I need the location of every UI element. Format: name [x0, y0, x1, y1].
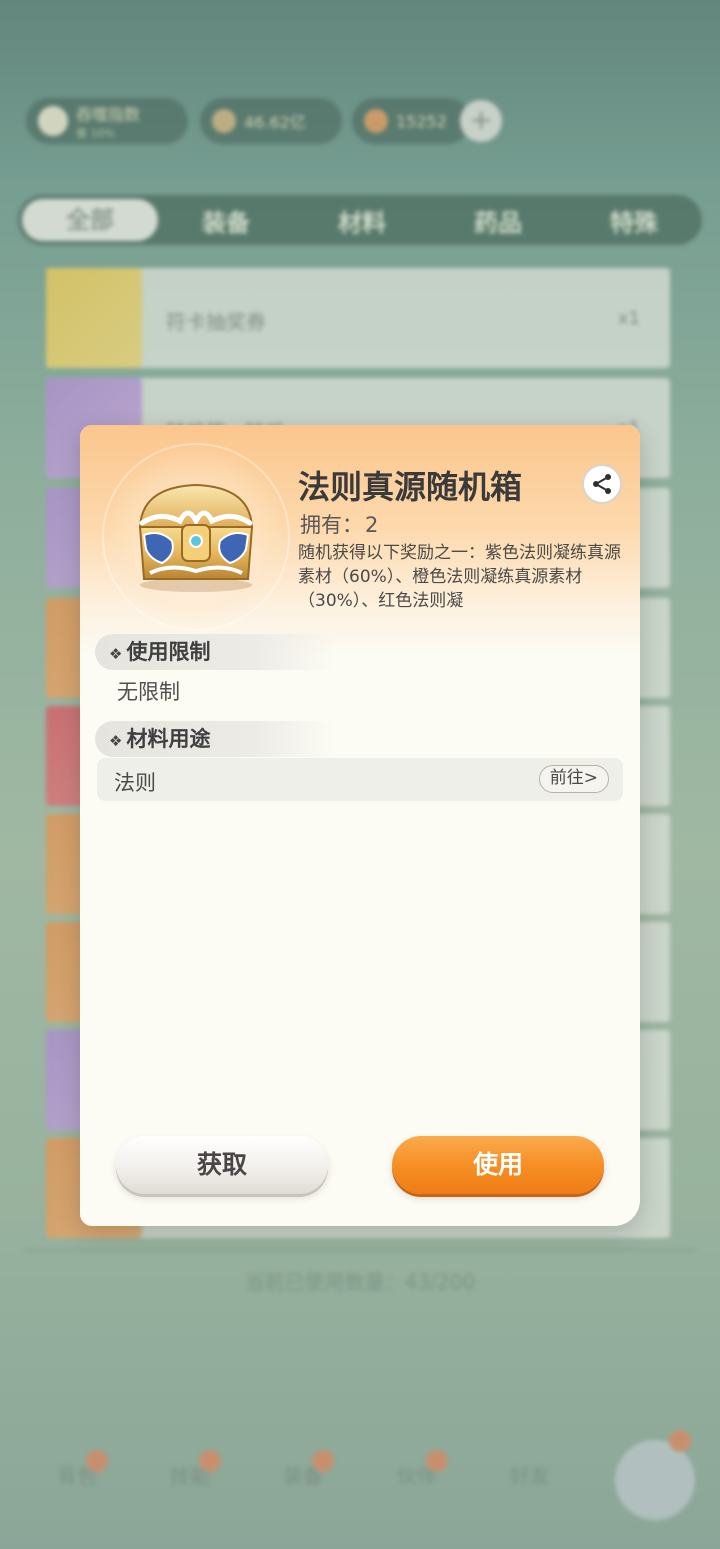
section-title: 材料用途: [126, 727, 211, 751]
treasure-chest-icon: [130, 475, 262, 595]
section-header-restriction: ❖ 使用限制: [95, 634, 335, 670]
item-detail-dialog: 法则真源随机箱 拥有：2 随机获得以下奖励之一：紫色法则凝练真源素材（60%）、…: [80, 425, 640, 1226]
section-header-usage: ❖ 材料用途: [95, 721, 335, 757]
share-icon: [593, 474, 611, 494]
restriction-value: 无限制: [117, 680, 180, 704]
diamond-bullet-icon: ❖: [109, 732, 123, 750]
goto-button[interactable]: 前往>: [538, 765, 609, 793]
get-button[interactable]: 获取: [116, 1136, 328, 1194]
share-button[interactable]: [582, 464, 622, 504]
owned-count: 拥有：2: [298, 509, 378, 539]
item-title: 法则真源随机箱: [298, 468, 523, 506]
usage-row: 法则 前往>: [97, 758, 623, 801]
section-title: 使用限制: [126, 640, 211, 664]
use-button[interactable]: 使用: [392, 1136, 604, 1194]
owned-value: 2: [365, 513, 379, 537]
usage-label: 法则: [114, 771, 156, 795]
item-description: 随机获得以下奖励之一：紫色法则凝练真源素材（60%）、橙色法则凝练真源素材（30…: [298, 543, 621, 611]
owned-label: 拥有：: [300, 513, 363, 537]
diamond-bullet-icon: ❖: [109, 645, 123, 663]
